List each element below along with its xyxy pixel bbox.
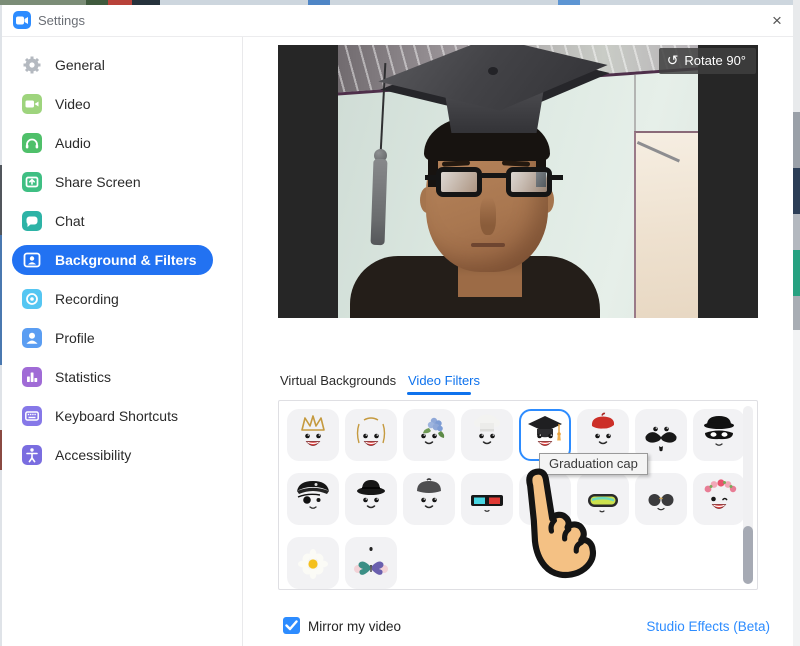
sidebar-item-chat[interactable]: Chat: [12, 206, 213, 236]
share-screen-icon: [22, 172, 42, 192]
video-preview: ↺Rotate 90°: [278, 45, 758, 318]
sidebar-item-label: Chat: [55, 213, 85, 229]
sidebar-item-recording[interactable]: Recording: [12, 284, 213, 314]
gear-icon: [22, 55, 42, 75]
record-icon: [22, 289, 42, 309]
crown-filter[interactable]: [287, 409, 339, 461]
sidebar-item-label: Statistics: [55, 369, 111, 385]
portrait-icon: [22, 250, 42, 270]
sidebar-item-label: Audio: [55, 135, 91, 151]
scrollbar-thumb[interactable]: [743, 526, 753, 584]
camera-image: [338, 45, 698, 318]
chat-bubble-icon: [22, 211, 42, 231]
sidebar-item-audio[interactable]: Audio: [12, 128, 213, 158]
sidebar-divider: [242, 37, 243, 646]
rotate-90-button[interactable]: ↺Rotate 90°: [659, 48, 756, 74]
close-icon[interactable]: ×: [764, 8, 790, 34]
person-icon: [22, 328, 42, 348]
sidebar-item-label: General: [55, 57, 105, 73]
active-tab-underline: [407, 392, 471, 395]
sidebar-item-statistics[interactable]: Statistics: [12, 362, 213, 392]
blue-flower-filter[interactable]: [403, 409, 455, 461]
scrollbar-track[interactable]: [743, 406, 753, 584]
sidebar-item-label: Keyboard Shortcuts: [55, 408, 178, 424]
sidebar-item-keyboard-shortcuts[interactable]: Keyboard Shortcuts: [12, 401, 213, 431]
sidebar-item-label: Background & Filters: [55, 252, 197, 268]
rotate-icon: ↺: [667, 52, 679, 68]
sidebar-item-label: Share Screen: [55, 174, 141, 190]
sidebar-item-background-filters[interactable]: Background & Filters: [12, 245, 213, 275]
pirate-filter[interactable]: [287, 473, 339, 525]
sidebar-item-profile[interactable]: Profile: [12, 323, 213, 353]
flat-cap-filter[interactable]: [403, 473, 455, 525]
earrings-filter[interactable]: [345, 409, 397, 461]
sidebar-item-label: Video: [55, 96, 91, 112]
settings-window: Settings × General Video Audio Share Screen…: [2, 5, 793, 646]
studio-effects-link[interactable]: Studio Effects (Beta): [622, 619, 770, 634]
sidebar-item-share-screen[interactable]: Share Screen: [12, 167, 213, 197]
keyboard-icon: [22, 406, 42, 426]
desktop-edge-right: [793, 0, 800, 646]
title-bar: Settings ×: [2, 5, 793, 36]
eyeglasses: [436, 167, 552, 201]
sidebar-item-video[interactable]: Video: [12, 89, 213, 119]
sidebar-item-accessibility[interactable]: Accessibility: [12, 440, 213, 470]
round-sunglasses-filter[interactable]: [635, 473, 687, 525]
accessibility-icon: [22, 445, 42, 465]
bar-chart-icon: [22, 367, 42, 387]
room-door: [634, 131, 698, 318]
sidebar-item-label: Accessibility: [55, 447, 131, 463]
bandit-mask-filter[interactable]: [693, 409, 745, 461]
sidebar-item-label: Profile: [55, 330, 95, 346]
mirror-video-label: Mirror my video: [308, 619, 401, 634]
chef-hat-filter[interactable]: [461, 409, 513, 461]
mirror-video-checkbox[interactable]: [283, 617, 300, 634]
headphones-icon: [22, 133, 42, 153]
hand-cursor-icon: [521, 465, 599, 583]
daisy-filter[interactable]: [287, 537, 339, 589]
sidebar: General Video Audio Share Screen Chat Backgro…: [2, 37, 242, 646]
zoom-logo-icon: [13, 11, 31, 29]
video-camera-icon: [22, 94, 42, 114]
sidebar-item-general[interactable]: General: [12, 50, 213, 80]
3d-glasses-filter[interactable]: [461, 473, 513, 525]
fedora-filter[interactable]: [345, 473, 397, 525]
sidebar-item-label: Recording: [55, 291, 119, 307]
tab-virtual-backgrounds[interactable]: Virtual Backgrounds: [280, 373, 396, 388]
window-title: Settings: [38, 13, 85, 28]
flower-crown-filter[interactable]: [693, 473, 745, 525]
tab-video-filters[interactable]: Video Filters: [408, 373, 480, 388]
butterfly-filter[interactable]: [345, 537, 397, 589]
